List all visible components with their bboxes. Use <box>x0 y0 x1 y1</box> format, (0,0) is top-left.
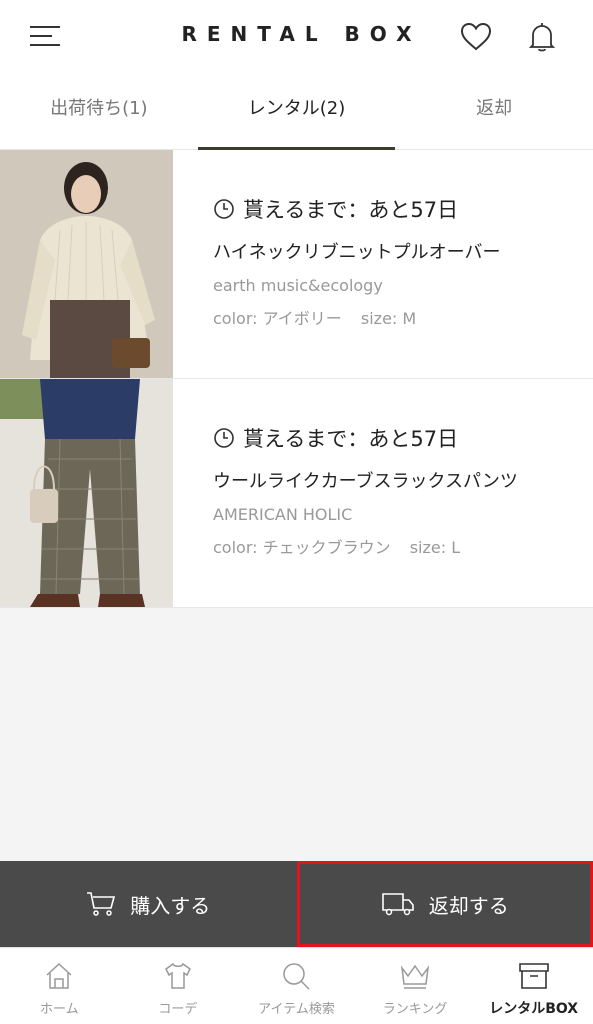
nav-label: ホーム <box>39 1002 79 1017</box>
item-details: 貰えるまで：あと57日 ウールライクカーブスラックスパンツ AMERICAN H… <box>213 423 583 558</box>
list-item[interactable]: 貰えるまで：あと57日 ウールライクカーブスラックスパンツ AMERICAN H… <box>0 379 593 608</box>
bell-icon[interactable] <box>525 20 559 54</box>
nav-coordinate[interactable]: コーデ <box>119 948 238 1024</box>
product-size: size: L <box>409 538 461 557</box>
tshirt-icon <box>164 962 191 989</box>
brand-name: AMERICAN HOLIC <box>213 505 353 524</box>
clock-icon <box>214 199 234 219</box>
countdown-text: 貰えるまで：あと57日 <box>243 198 459 222</box>
app-header: RENTAL BOX <box>0 0 593 72</box>
nav-label: レンタルBOX <box>489 1001 579 1017</box>
product-color: color: アイボリー <box>213 309 342 328</box>
cart-icon <box>87 892 116 916</box>
nav-home[interactable]: ホーム <box>0 948 119 1024</box>
tab-return[interactable]: 返却 <box>395 72 593 149</box>
action-bar: 購入する 返却する <box>0 861 593 947</box>
tab-awaiting-shipment[interactable]: 出荷待ち(1) <box>0 72 198 149</box>
product-name: ウールライクカーブスラックスパンツ <box>213 471 518 492</box>
nav-label: コーデ <box>158 1002 198 1017</box>
product-attributes: color: チェックブラウン size: L <box>213 534 583 558</box>
tab-rental[interactable]: レンタル(2) <box>197 72 396 150</box>
app-logo: RENTAL BOX <box>181 22 422 46</box>
rental-item-list: 貰えるまで：あと57日 ハイネックリブニットプルオーバー earth music… <box>0 150 593 608</box>
return-label: 返却する <box>428 893 509 918</box>
product-image[interactable] <box>0 379 173 607</box>
product-name: ハイネックリブニットプルオーバー <box>213 242 501 263</box>
item-details: 貰えるまで：あと57日 ハイネックリブニットプルオーバー earth music… <box>213 194 583 329</box>
clock-icon <box>214 428 234 448</box>
nav-ranking[interactable]: ランキング <box>356 948 475 1024</box>
return-button[interactable]: 返却する <box>296 861 593 947</box>
rental-tabs: 出荷待ち(1) レンタル(2) 返却 <box>0 72 593 150</box>
home-icon <box>46 962 72 989</box>
purchase-button[interactable]: 購入する <box>0 861 297 947</box>
nav-label: アイテム検索 <box>258 1002 335 1017</box>
nav-label: ランキング <box>382 1002 448 1017</box>
search-icon <box>283 963 311 990</box>
crown-icon <box>400 964 430 989</box>
countdown-text: 貰えるまで：あと57日 <box>243 427 459 451</box>
nav-rental-box[interactable]: レンタルBOX <box>474 948 593 1024</box>
product-image[interactable] <box>0 150 173 378</box>
list-item[interactable]: 貰えるまで：あと57日 ハイネックリブニットプルオーバー earth music… <box>0 150 593 379</box>
purchase-label: 購入する <box>130 893 211 918</box>
product-size: size: M <box>360 309 417 328</box>
product-color: color: チェックブラウン <box>213 538 391 557</box>
heart-icon[interactable] <box>459 20 493 54</box>
countdown: 貰えるまで：あと57日 <box>213 194 583 224</box>
brand-name: earth music&ecology <box>213 276 383 295</box>
bottom-nav: ホーム コーデ アイテム検索 ランキング レンタルBOX <box>0 947 593 1024</box>
product-attributes: color: アイボリー size: M <box>213 305 583 329</box>
box-icon <box>518 963 549 989</box>
countdown: 貰えるまで：あと57日 <box>213 423 583 453</box>
nav-item-search[interactable]: アイテム検索 <box>237 948 356 1024</box>
truck-icon <box>381 893 414 916</box>
